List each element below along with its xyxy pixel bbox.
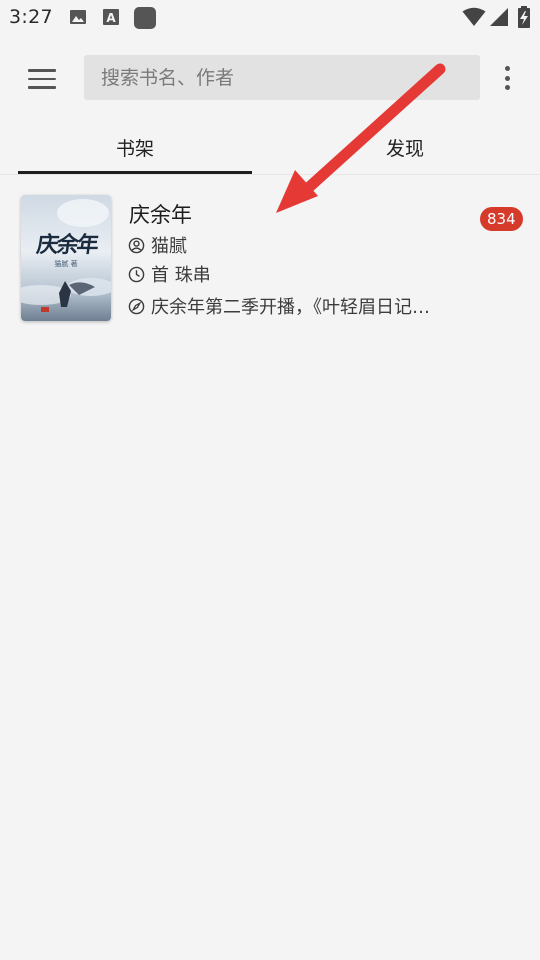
tab-divider — [0, 174, 540, 175]
search-box[interactable] — [84, 55, 480, 100]
tab-discover[interactable]: 发现 — [288, 120, 522, 174]
wifi-icon — [462, 7, 486, 26]
book-current-chapter-row: 首 珠串 — [128, 261, 211, 287]
svg-text:A: A — [106, 11, 116, 25]
book-latest-chapter: 庆余年第二季开播，《叶轻眉日记… — [151, 297, 430, 318]
app-screen: 3:27 A 书架 — [0, 0, 540, 960]
tab-bookshelf[interactable]: 书架 — [18, 120, 252, 174]
tab-bar: 书架 发现 — [18, 120, 522, 174]
hamburger-menu-icon[interactable] — [22, 60, 62, 98]
book-author-row: 猫腻 — [128, 232, 187, 258]
more-vertical-icon[interactable] — [496, 63, 518, 93]
book-latest-chapter-row: 庆余年第二季开播，《叶轻眉日记… — [128, 293, 430, 319]
book-list-item[interactable]: 庆余年 猫腻 著 庆余年 834 猫腻 首 珠串 庆余年第二季开播，《叶轻眉日记… — [0, 185, 540, 331]
compass-icon — [128, 298, 145, 314]
book-author: 猫腻 — [151, 236, 187, 257]
image-notification-icon — [70, 10, 86, 24]
book-cover[interactable]: 庆余年 猫腻 著 — [21, 195, 111, 321]
search-input[interactable] — [84, 55, 480, 100]
font-notification-icon: A — [103, 9, 119, 25]
battery-charging-icon — [518, 6, 530, 28]
person-icon — [128, 237, 145, 253]
tab-discover-label: 发现 — [385, 137, 424, 160]
book-title: 庆余年 — [129, 203, 192, 227]
book-current-chapter: 首 珠串 — [151, 265, 211, 286]
tab-bookshelf-label: 书架 — [115, 137, 154, 160]
cover-title: 庆余年 — [34, 232, 99, 258]
cover-author: 猫腻 著 — [54, 260, 78, 268]
status-bar: 3:27 A — [0, 0, 540, 38]
status-time: 3:27 — [9, 6, 53, 28]
unread-count-badge: 834 — [480, 207, 523, 231]
cellular-signal-icon — [490, 8, 508, 26]
clock-icon — [128, 266, 145, 282]
app-notification-icon — [134, 7, 156, 29]
